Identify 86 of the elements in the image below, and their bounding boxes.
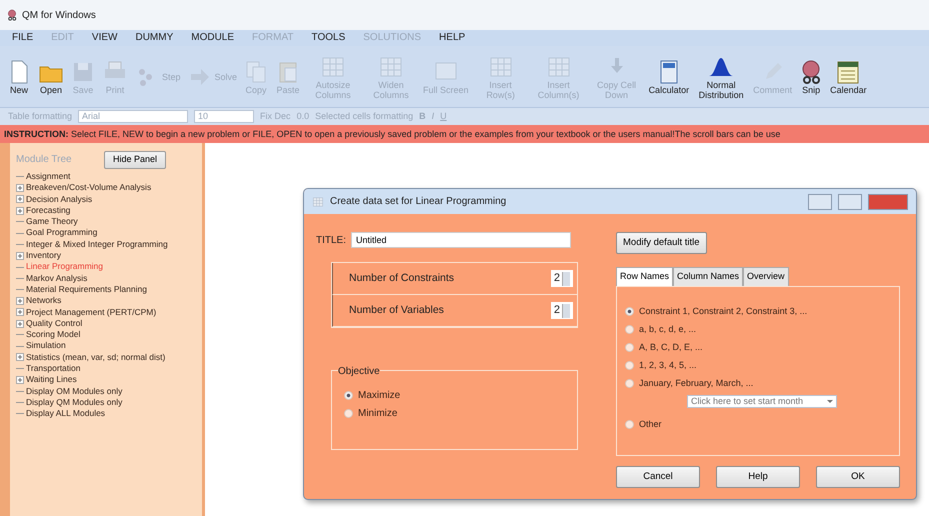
tree-item[interactable]: Forecasting [26, 204, 70, 216]
tree-item[interactable]: Simulation [26, 340, 66, 352]
tree-item[interactable]: Game Theory [26, 216, 78, 228]
option-label: a, b, c, d, e, ... [639, 323, 696, 336]
spinner-label: Number of Variables [349, 302, 444, 318]
tree-item[interactable]: Markov Analysis [26, 272, 88, 284]
menu-item[interactable]: MODULE [191, 30, 234, 46]
option-label: Minimize [358, 406, 398, 420]
expand-icon[interactable] [16, 376, 24, 384]
tab[interactable]: Row Names [616, 267, 674, 286]
maximize-button[interactable] [838, 194, 862, 210]
toolbar-button[interactable]: Calendar [828, 58, 869, 94]
radio-button[interactable] [344, 390, 353, 400]
tree-item[interactable]: Quality Control [26, 318, 82, 330]
tab[interactable]: Column Names [673, 267, 744, 286]
tree-item[interactable]: Networks [26, 295, 62, 307]
expand-icon[interactable] [16, 206, 24, 215]
toolbar-label: Selected cells formatting [315, 110, 414, 123]
option-label: January, February, March, ... [639, 377, 754, 390]
toolbar-button[interactable]: Calculator [646, 58, 692, 94]
month-dropdown[interactable]: Click here to set start month [687, 394, 837, 408]
menu-item[interactable]: TOOLS [312, 30, 346, 46]
dialog-button[interactable]: Cancel [616, 466, 700, 488]
menu-item[interactable]: FILE [12, 30, 34, 46]
window-title: QM for Windows [22, 8, 96, 22]
toolbar-button[interactable]: Snip [796, 58, 826, 94]
tree-item[interactable]: Goal Programming [26, 227, 98, 239]
tab[interactable]: Overview [743, 267, 789, 286]
expand-icon[interactable] [16, 296, 24, 305]
menu-item[interactable]: HELP [439, 30, 466, 46]
tree-item[interactable]: Display QM Modules only [26, 396, 122, 408]
option-label: Other [639, 418, 662, 431]
panel-title: Module Tree [16, 153, 72, 168]
instruction-text: INSTRUCTION: Select FILE, NEW to begin a new problem or FILE, OPEN to open a previously saved problem or the examples from your textbook or the users manual!The scroll bars can be use [0, 125, 929, 143]
dialog-button[interactable]: Help [716, 466, 800, 488]
toolbar-button[interactable]: Normal Distribution [693, 54, 750, 100]
dialog-title: Create data set for Linear Programming [330, 195, 508, 209]
radio-button[interactable] [625, 325, 634, 334]
option-label: 1, 2, 3, 4, 5, ... [639, 359, 697, 372]
radio-button[interactable] [625, 379, 634, 388]
option-label: Maximize [358, 388, 400, 402]
spinner-label: Number of Constraints [349, 270, 454, 286]
toolbar-label: Table formatting [8, 110, 72, 123]
tree-item[interactable]: Project Management (PERT/CPM) [26, 306, 156, 318]
tree-item[interactable]: Assignment [26, 171, 70, 182]
tree-item[interactable]: Transportation [26, 363, 80, 374]
radio-button[interactable] [344, 408, 353, 418]
app-icon [6, 9, 18, 21]
menu-item[interactable]: DUMMY [135, 30, 174, 46]
tree-item[interactable]: Decision Analysis [26, 194, 92, 205]
expand-icon[interactable] [16, 184, 24, 192]
expand-icon[interactable] [16, 252, 24, 260]
tree-item[interactable]: Material Requirements Planning [26, 284, 147, 296]
expand-icon[interactable] [16, 308, 24, 316]
close-button[interactable] [868, 194, 908, 210]
tree-item[interactable]: Inventory [26, 250, 61, 262]
hide-panel-button[interactable]: Hide Panel [104, 151, 166, 168]
expand-icon[interactable] [16, 353, 24, 362]
number-spinner[interactable]: 2 [550, 302, 573, 319]
title-field[interactable]: Untitled [351, 232, 572, 248]
option-label: A, B, C, D, E, ... [639, 341, 703, 354]
radio-button[interactable] [625, 420, 634, 430]
minimize-button[interactable] [808, 194, 832, 210]
expand-icon[interactable] [16, 195, 24, 204]
radio-button[interactable] [625, 343, 634, 352]
field-label: TITLE: [316, 234, 346, 248]
tree-item[interactable]: Statistics (mean, var, sd; normal dist) [26, 352, 166, 364]
tree-item[interactable]: Waiting Lines [26, 374, 77, 386]
tree-item[interactable]: Scoring Model [26, 329, 80, 340]
menu-item[interactable]: VIEW [92, 30, 118, 46]
radio-button[interactable] [625, 361, 634, 370]
toolbar-button[interactable]: Open [36, 58, 66, 94]
tree-item[interactable]: Breakeven/Cost-Volume Analysis [26, 182, 152, 194]
calendar-icon [835, 58, 862, 84]
modify-title-button[interactable]: Modify default title [616, 232, 707, 254]
tree-item[interactable]: Display ALL Modules [26, 408, 106, 420]
group-title: Objective [338, 366, 380, 377]
tree-item[interactable]: Display OM Modules only [26, 386, 122, 397]
dialog-button[interactable]: OK [816, 466, 900, 488]
radio-button[interactable] [625, 307, 634, 316]
option-label: Constraint 1, Constraint 2, Constraint 3, ... [639, 305, 808, 318]
tree-item[interactable]: Integer & Mixed Integer Programming [26, 238, 168, 250]
window-icon [312, 196, 324, 208]
expand-icon[interactable] [16, 320, 24, 328]
number-spinner[interactable]: 2 [550, 270, 573, 287]
toolbar-button[interactable]: New [4, 58, 34, 94]
